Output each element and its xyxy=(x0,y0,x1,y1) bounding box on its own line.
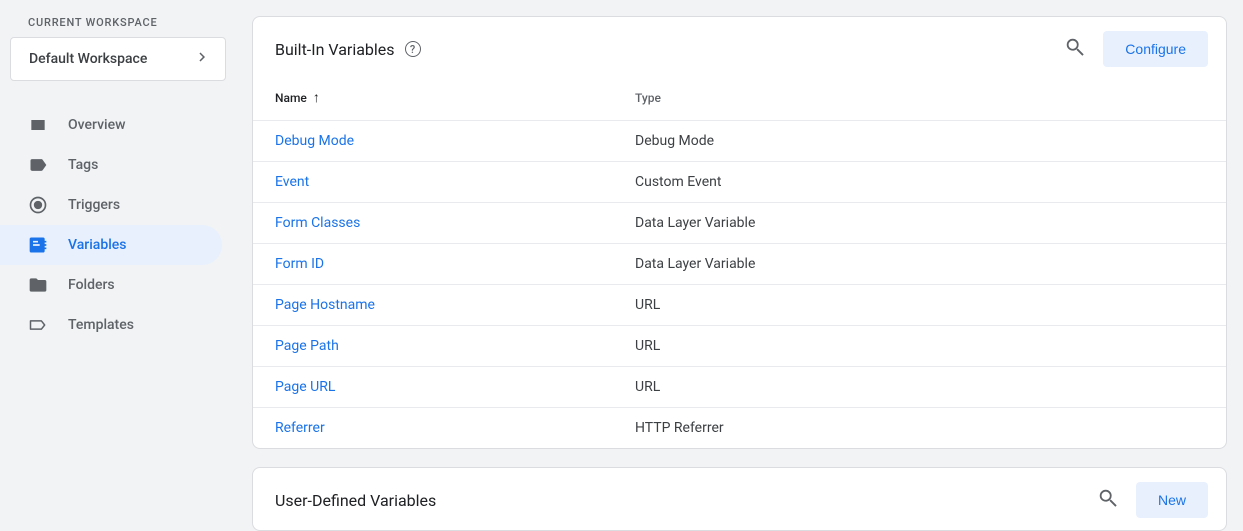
variable-type: URL xyxy=(613,326,1226,367)
sidebar-item-triggers[interactable]: Triggers xyxy=(0,185,222,225)
table-row[interactable]: Event Custom Event xyxy=(253,162,1226,203)
variable-type: URL xyxy=(613,285,1226,326)
nav: Overview Tags Triggers Variables Folders Temp… xyxy=(0,101,240,345)
sidebar-item-label: Templates xyxy=(68,317,134,333)
variable-name-link[interactable]: Form ID xyxy=(275,256,324,272)
overview-icon xyxy=(28,115,48,135)
sidebar-item-templates[interactable]: Templates xyxy=(0,305,222,345)
table-row[interactable]: Page URL URL xyxy=(253,367,1226,408)
variable-type: URL xyxy=(613,367,1226,408)
table-row[interactable]: Debug Mode Debug Mode xyxy=(253,121,1226,162)
column-header-type[interactable]: Type xyxy=(613,79,1226,121)
column-type-label: Type xyxy=(635,91,661,105)
table-row[interactable]: Form Classes Data Layer Variable xyxy=(253,203,1226,244)
variable-name-link[interactable]: Referrer xyxy=(275,420,325,436)
main-content: Built-In Variables ? Configure Name ↑ Typ… xyxy=(240,0,1243,515)
variable-type: Data Layer Variable xyxy=(613,203,1226,244)
card-title: Built-In Variables ? xyxy=(275,40,421,59)
variable-type: Data Layer Variable xyxy=(613,244,1226,285)
variable-type: Debug Mode xyxy=(613,121,1226,162)
new-button[interactable]: New xyxy=(1136,482,1208,518)
search-button[interactable] xyxy=(1088,480,1128,520)
sidebar-item-label: Variables xyxy=(68,237,126,253)
variable-name-link[interactable]: Debug Mode xyxy=(275,133,354,149)
templates-icon xyxy=(28,315,48,335)
workspace-selector[interactable]: Default Workspace xyxy=(10,37,226,81)
search-icon xyxy=(1097,487,1119,513)
builtin-title-text: Built-In Variables xyxy=(275,40,395,59)
sidebar-item-label: Tags xyxy=(68,157,98,173)
sidebar-item-label: Folders xyxy=(68,277,115,293)
configure-button[interactable]: Configure xyxy=(1103,31,1208,67)
variable-name-link[interactable]: Page Hostname xyxy=(275,297,375,313)
builtin-variables-card: Built-In Variables ? Configure Name ↑ Typ… xyxy=(252,16,1227,449)
sidebar-item-tags[interactable]: Tags xyxy=(0,145,222,185)
variable-name-link[interactable]: Form Classes xyxy=(275,215,360,231)
table-row[interactable]: Referrer HTTP Referrer xyxy=(253,408,1226,449)
column-name-label: Name xyxy=(275,91,307,105)
card-title: User-Defined Variables xyxy=(275,491,436,510)
variable-name-link[interactable]: Event xyxy=(275,174,309,190)
tags-icon xyxy=(28,155,48,175)
workspace-current-name: Default Workspace xyxy=(29,51,147,67)
user-defined-variables-card: User-Defined Variables New xyxy=(252,467,1227,531)
userdef-title-text: User-Defined Variables xyxy=(275,491,436,510)
workspace-section-label: CURRENT WORKSPACE xyxy=(0,16,240,37)
search-icon xyxy=(1064,36,1086,62)
folders-icon xyxy=(28,275,48,295)
table-row[interactable]: Page Path URL xyxy=(253,326,1226,367)
column-header-name[interactable]: Name ↑ xyxy=(253,79,613,121)
help-icon[interactable]: ? xyxy=(405,41,421,57)
sort-ascending-icon: ↑ xyxy=(313,90,320,106)
table-row[interactable]: Page Hostname URL xyxy=(253,285,1226,326)
triggers-icon xyxy=(28,195,48,215)
variable-type: HTTP Referrer xyxy=(613,408,1226,449)
variables-icon xyxy=(28,235,48,255)
search-button[interactable] xyxy=(1055,29,1095,69)
card-header: User-Defined Variables New xyxy=(253,468,1226,530)
sidebar-item-overview[interactable]: Overview xyxy=(0,105,222,145)
table-row[interactable]: Form ID Data Layer Variable xyxy=(253,244,1226,285)
card-header: Built-In Variables ? Configure xyxy=(253,17,1226,79)
variable-name-link[interactable]: Page Path xyxy=(275,338,339,354)
variable-type: Custom Event xyxy=(613,162,1226,203)
sidebar-item-folders[interactable]: Folders xyxy=(0,265,222,305)
builtin-variables-table: Name ↑ Type Debug Mode Debug Mode Event Cust… xyxy=(253,79,1226,448)
sidebar-item-variables[interactable]: Variables xyxy=(0,225,222,265)
chevron-right-icon xyxy=(193,48,211,70)
sidebar-item-label: Triggers xyxy=(68,197,120,213)
sidebar-item-label: Overview xyxy=(68,117,125,133)
variable-name-link[interactable]: Page URL xyxy=(275,379,335,395)
sidebar: CURRENT WORKSPACE Default Workspace Over… xyxy=(0,0,240,515)
